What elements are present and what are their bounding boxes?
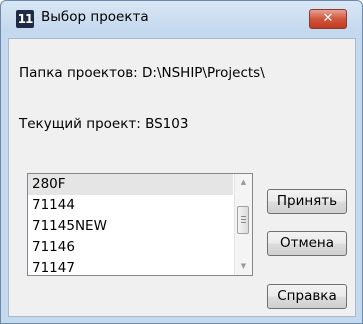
list-item[interactable]: 71147 (28, 258, 233, 275)
grip-line (241, 216, 246, 217)
list-item[interactable]: 71144 (28, 195, 233, 216)
grip-line (241, 222, 246, 223)
help-button[interactable]: Справка (267, 284, 347, 309)
accept-button[interactable]: Принять (267, 189, 347, 214)
vertical-scrollbar[interactable]: ▲ ▼ (234, 174, 252, 275)
scroll-thumb[interactable] (237, 206, 249, 234)
close-button[interactable]: ✕ (309, 9, 347, 29)
title-bar[interactable]: 11 Выбор проекта ✕ (1, 1, 362, 35)
current-project-label: Текущий проект: BS103 (19, 116, 189, 132)
project-listbox[interactable]: 280F 71144 71145NEW 71146 71147 ▲ ▼ (27, 173, 253, 276)
project-list-items: 280F 71144 71145NEW 71146 71147 (28, 174, 233, 275)
grip-line (241, 219, 246, 220)
projects-folder-label: Папка проектов: D:\NSHIP\Projects\ (19, 65, 265, 81)
list-item[interactable]: 71145NEW (28, 216, 233, 237)
list-item[interactable]: 71146 (28, 237, 233, 258)
list-item[interactable]: 280F (28, 174, 233, 195)
window-title: Выбор проекта (41, 9, 149, 25)
cancel-button[interactable]: Отмена (267, 231, 347, 256)
app-logo-icon: 11 (16, 10, 34, 28)
scroll-down-arrow-icon[interactable]: ▼ (235, 258, 252, 275)
scroll-up-arrow-icon[interactable]: ▲ (235, 174, 252, 191)
dialog-body: Папка проектов: D:\NSHIP\Projects\ Текущ… (8, 38, 356, 317)
project-select-dialog: 11 Выбор проекта ✕ Папка проектов: D:\NS… (0, 0, 363, 324)
